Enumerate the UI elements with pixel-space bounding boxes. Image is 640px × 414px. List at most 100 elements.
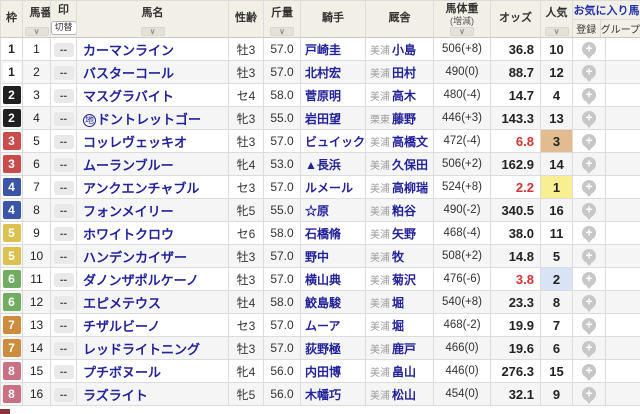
mark-select[interactable]: -- <box>53 341 74 356</box>
horse-name-link[interactable]: ドントレットゴー <box>97 112 201 127</box>
favorite-add-icon[interactable] <box>582 157 596 172</box>
jockey-link[interactable]: 内田博 <box>305 365 341 379</box>
favorite-add-icon[interactable] <box>582 341 596 356</box>
jockey-link[interactable]: 菅原明 <box>305 89 341 103</box>
favorite-add-icon[interactable] <box>582 203 596 218</box>
mark-select[interactable]: -- <box>53 318 74 333</box>
favorite-add-icon[interactable] <box>582 111 596 126</box>
trainer-link[interactable]: 堀 <box>392 296 404 310</box>
trainer-link[interactable]: 高橋文 <box>392 135 428 149</box>
jockey-link[interactable]: 岩田望 <box>305 112 341 126</box>
mark-select[interactable]: -- <box>53 88 74 103</box>
favorite-add-icon[interactable] <box>582 364 596 379</box>
favorite-add-icon[interactable] <box>582 295 596 310</box>
mark-select[interactable]: -- <box>53 249 74 264</box>
jockey-link[interactable]: 鮫島駿 <box>305 296 341 310</box>
horse-name-link[interactable]: フォンメイリー <box>83 204 174 219</box>
odds-value[interactable]: 19.9 <box>490 313 541 337</box>
jockey-link[interactable]: 戸崎圭 <box>305 43 341 57</box>
horse-name-link[interactable]: コッレヴェッキオ <box>83 135 187 150</box>
trainer-link[interactable]: 久保田 <box>392 158 428 172</box>
favorite-add-icon[interactable] <box>582 42 596 57</box>
favorite-add-icon[interactable] <box>582 65 596 80</box>
trainer-link[interactable]: 田村 <box>392 66 416 80</box>
horse-name-link[interactable]: ハンデンカイザー <box>83 250 187 265</box>
odds-value[interactable]: 19.6 <box>490 336 541 360</box>
horse-name-link[interactable]: アンクエンチャブル <box>83 181 199 196</box>
mark-select[interactable]: -- <box>53 180 74 195</box>
mark-select[interactable]: -- <box>53 226 74 241</box>
horse-name-link[interactable]: ホワイトクロウ <box>83 227 174 242</box>
favorite-add-icon[interactable] <box>582 180 596 195</box>
odds-value[interactable]: 14.7 <box>490 83 541 107</box>
sort-icon[interactable]: ∨ <box>270 26 294 36</box>
mark-select[interactable]: -- <box>53 42 74 57</box>
mark-select[interactable]: -- <box>53 65 74 80</box>
favorite-add-icon[interactable] <box>582 387 596 402</box>
odds-value[interactable]: 340.5 <box>490 198 541 222</box>
jockey-link[interactable]: ビュイック <box>305 135 365 149</box>
odds-value[interactable]: 14.8 <box>490 244 541 268</box>
favorite-add-icon[interactable] <box>582 134 596 149</box>
trainer-link[interactable]: 鹿戸 <box>392 342 416 356</box>
mark-select[interactable]: -- <box>53 203 74 218</box>
odds-value[interactable]: 36.8 <box>490 37 541 61</box>
odds-value[interactable]: 32.1 <box>490 382 541 406</box>
horse-name-link[interactable]: チザルビーノ <box>83 319 160 334</box>
favorite-add-icon[interactable] <box>582 249 596 264</box>
odds-value[interactable]: 143.3 <box>490 106 541 130</box>
odds-value[interactable]: 3.8 <box>490 267 541 291</box>
favorite-add-icon[interactable] <box>582 88 596 103</box>
trainer-link[interactable]: 菊沢 <box>392 273 416 287</box>
sort-icon[interactable]: ∨ <box>24 26 49 36</box>
trainer-link[interactable]: 畠山 <box>392 365 416 379</box>
horse-name-link[interactable]: ダノンザポルケーノ <box>83 273 199 288</box>
horse-name-link[interactable]: レッドライトニング <box>83 342 200 357</box>
favorite-add-icon[interactable] <box>582 272 596 287</box>
jockey-link[interactable]: 北村宏 <box>305 66 341 80</box>
mark-select[interactable]: -- <box>53 111 74 126</box>
horse-name-link[interactable]: カーマンライン <box>83 43 174 58</box>
mark-select[interactable]: -- <box>53 134 74 149</box>
sort-icon[interactable]: ∨ <box>450 27 474 36</box>
trainer-link[interactable]: 粕谷 <box>392 204 416 218</box>
favorite-add-icon[interactable] <box>582 226 596 241</box>
trainer-link[interactable]: 藤野 <box>392 112 416 126</box>
mark-toggle-button[interactable]: 切替 <box>51 21 76 35</box>
sort-icon[interactable]: ∨ <box>544 26 569 36</box>
mark-select[interactable]: -- <box>53 387 74 402</box>
jockey-link[interactable]: ムーア <box>305 319 341 333</box>
favorite-add-icon[interactable] <box>582 318 596 333</box>
horse-name-link[interactable]: ラズライト <box>83 388 148 403</box>
odds-value[interactable]: 276.3 <box>490 359 541 383</box>
trainer-link[interactable]: 牧 <box>392 250 404 264</box>
trainer-link[interactable]: 高木 <box>392 89 416 103</box>
odds-value[interactable]: 6.8 <box>490 129 541 153</box>
horse-name-link[interactable]: バスターコール <box>83 66 174 81</box>
trainer-link[interactable]: 矢野 <box>392 227 416 241</box>
horse-name-link[interactable]: マスグラバイト <box>83 89 174 104</box>
odds-value[interactable]: 2.2 <box>490 175 541 199</box>
trainer-link[interactable]: 小島 <box>392 43 416 57</box>
jockey-link[interactable]: ☆原 <box>305 204 329 218</box>
jockey-link[interactable]: 野中 <box>305 250 329 264</box>
trainer-link[interactable]: 高柳瑞 <box>392 181 428 195</box>
jockey-link[interactable]: 横山典 <box>305 273 341 287</box>
horse-name-link[interactable]: プチボヌール <box>83 365 161 380</box>
trainer-link[interactable]: 松山 <box>392 388 416 402</box>
jockey-link[interactable]: ルメール <box>305 181 353 195</box>
jockey-link[interactable]: ▲長浜 <box>305 158 341 172</box>
mark-select[interactable]: -- <box>53 295 74 310</box>
jockey-link[interactable]: 石橋脩 <box>305 227 341 241</box>
mark-select[interactable]: -- <box>53 272 74 287</box>
jockey-link[interactable]: 木幡巧 <box>305 388 341 402</box>
horse-name-link[interactable]: エピメテウス <box>83 296 161 311</box>
trainer-link[interactable]: 堀 <box>392 319 404 333</box>
odds-value[interactable]: 23.3 <box>490 290 541 314</box>
mark-select[interactable]: -- <box>53 364 74 379</box>
odds-value[interactable]: 38.0 <box>490 221 541 245</box>
mark-select[interactable]: -- <box>53 157 74 172</box>
odds-value[interactable]: 88.7 <box>490 60 541 84</box>
horse-name-link[interactable]: ムーランブルー <box>83 158 174 173</box>
odds-value[interactable]: 162.9 <box>490 152 541 176</box>
